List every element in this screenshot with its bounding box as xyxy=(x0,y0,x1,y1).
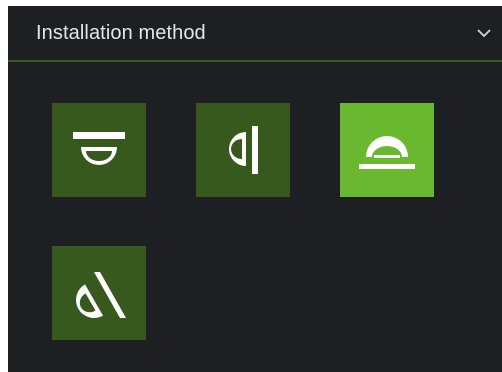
ceiling-mount-icon xyxy=(64,115,134,185)
ceiling-mount-option[interactable] xyxy=(52,103,146,197)
section-header[interactable]: Installation method xyxy=(8,6,502,62)
desktop-mount-option[interactable] xyxy=(340,103,434,197)
tilted-mount-option[interactable] xyxy=(52,246,146,340)
wall-mount-option[interactable] xyxy=(196,103,290,197)
wall-mount-icon xyxy=(208,115,278,185)
tilted-mount-icon xyxy=(64,258,134,328)
desktop-mount-icon xyxy=(352,115,422,185)
section-title: Installation method xyxy=(36,21,206,44)
chevron-down-icon[interactable] xyxy=(476,25,492,41)
installation-method-panel: Installation method xyxy=(8,6,502,372)
